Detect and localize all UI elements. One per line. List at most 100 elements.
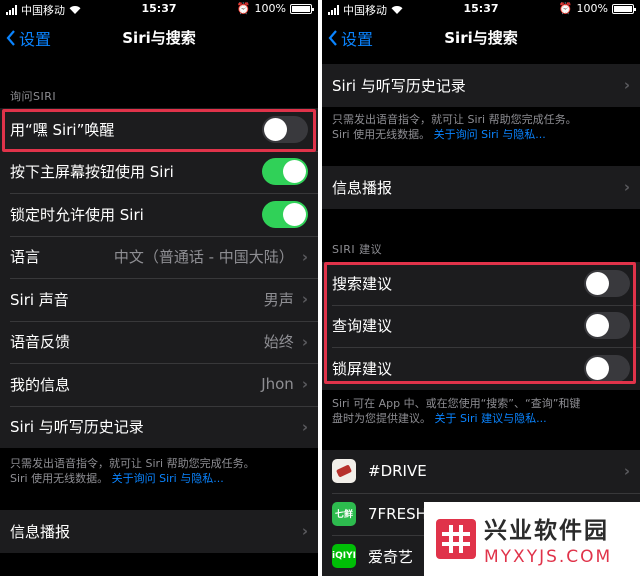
settings-row[interactable]: 语音反馈 始终 › bbox=[0, 320, 318, 364]
footer-text: 只需发出语音指令，就可让 Siri 帮助您完成任务。 bbox=[332, 113, 577, 126]
chevron-right-icon: › bbox=[301, 375, 308, 394]
chevron-right-icon: › bbox=[623, 76, 630, 95]
row-label: Siri 与听写历史记录 bbox=[332, 76, 466, 95]
row-value: 始终 bbox=[263, 333, 294, 352]
row-label: Siri 声音 bbox=[10, 290, 69, 309]
toggle-switch[interactable] bbox=[584, 269, 630, 297]
suggestion-row: 查询建议 bbox=[322, 304, 640, 348]
announce-group: 信息播报 › bbox=[0, 510, 318, 553]
navigation-bar: 设置 Siri与搜索 bbox=[322, 22, 640, 52]
settings-row[interactable]: Siri 与听写历史记录 › bbox=[0, 405, 318, 449]
7fresh-app-icon: 七鲜 bbox=[332, 501, 356, 526]
status-bar: 中国移动 15:37 ⏰ 100% bbox=[0, 0, 318, 18]
row-label: 按下主屏幕按钮使用 Siri bbox=[10, 163, 174, 182]
app-name: #DRIVE bbox=[368, 462, 427, 481]
alarm-icon: ⏰ bbox=[558, 2, 573, 15]
status-bar: 中国移动 15:37 ⏰ 100% bbox=[322, 0, 640, 18]
watermark: 兴业软件园 MYXYJS.COM bbox=[424, 502, 640, 576]
row-label: 信息播报 bbox=[10, 522, 71, 541]
suggestions-privacy-link[interactable]: 关于 Siri 建议与隐私... bbox=[435, 412, 547, 425]
page-title: Siri与搜索 bbox=[122, 29, 196, 47]
footer-text: Siri 可在 App 中、或在您使用“搜索”、“查询”和键 bbox=[332, 397, 581, 410]
chevron-right-icon: › bbox=[301, 247, 308, 266]
footer-text: 盘时为您提供建议。 bbox=[332, 412, 431, 425]
row-label: 锁屏建议 bbox=[332, 359, 393, 378]
ask-siri-footer: 只需发出语音指令，就可让 Siri 帮助您完成任务。 Siri 使用无线数据。 … bbox=[332, 112, 630, 142]
page-title: Siri与搜索 bbox=[444, 29, 518, 47]
left-screen: 中国移动 15:37 ⏰ 100% 设置 Siri与搜索 询问SIRI 用“嘿 … bbox=[0, 0, 318, 576]
row-label: 搜索建议 bbox=[332, 274, 393, 293]
privacy-link[interactable]: 关于询问 Siri 与隐私... bbox=[112, 472, 224, 485]
row-label: 我的信息 bbox=[10, 375, 71, 394]
ask-siri-group: 用“嘿 Siri”唤醒按下主屏幕按钮使用 Siri 锁定时允许使用 Siri 语言 中… bbox=[0, 108, 318, 448]
chevron-right-icon: › bbox=[301, 332, 308, 351]
toggle-knob bbox=[283, 160, 306, 184]
ask-siri-footer: 只需发出语音指令，就可让 Siri 帮助您完成任务。 Siri 使用无线数据。 … bbox=[10, 456, 308, 486]
history-group: Siri 与听写历史记录 › bbox=[322, 64, 640, 107]
chevron-right-icon: › bbox=[301, 417, 308, 436]
settings-row[interactable]: Siri 声音 男声 › bbox=[0, 278, 318, 321]
battery-icon bbox=[290, 3, 314, 14]
announce-row[interactable]: 信息播报 › bbox=[0, 510, 318, 553]
battery-icon bbox=[612, 3, 636, 14]
watermark-logo-icon bbox=[436, 519, 476, 559]
iqiyi-app-icon: iQIYI bbox=[332, 544, 356, 569]
row-value: 男声 bbox=[263, 290, 294, 309]
app-icon-text: 七鲜 bbox=[334, 510, 353, 521]
row-label: 锁定时允许使用 Siri bbox=[10, 205, 144, 224]
row-label: 信息播报 bbox=[332, 178, 393, 197]
battery-fill bbox=[614, 5, 632, 12]
toggle-knob bbox=[586, 314, 609, 338]
navigation-bar: 设置 Siri与搜索 bbox=[0, 22, 318, 52]
battery-fill bbox=[292, 5, 310, 12]
row-value: 中文（普通话 - 中国大陆） bbox=[113, 248, 294, 267]
footer-text: Siri 使用无线数据。 bbox=[10, 472, 109, 485]
toggle-switch[interactable] bbox=[584, 354, 630, 382]
battery-percent: 100% bbox=[576, 2, 608, 15]
announce-group: 信息播报 › bbox=[322, 166, 640, 209]
chevron-right-icon: › bbox=[301, 522, 308, 541]
settings-row: 按下主屏幕按钮使用 Siri bbox=[0, 150, 318, 194]
row-label: 查询建议 bbox=[332, 317, 393, 336]
toggle-knob bbox=[586, 271, 609, 295]
suggestions-footer: Siri 可在 App 中、或在您使用“搜索”、“查询”和键 盘时为您提供建议。… bbox=[332, 396, 630, 426]
row-label: 用“嘿 Siri”唤醒 bbox=[10, 120, 115, 139]
toggle-knob bbox=[283, 202, 306, 226]
privacy-link[interactable]: 关于询问 Siri 与隐私... bbox=[434, 128, 546, 141]
history-row[interactable]: Siri 与听写历史记录 › bbox=[322, 64, 640, 107]
toggle-switch[interactable] bbox=[584, 312, 630, 340]
row-label: Siri 与听写历史记录 bbox=[10, 418, 144, 437]
chevron-right-icon: › bbox=[623, 178, 630, 197]
watermark-title: 兴业软件园 bbox=[484, 518, 609, 544]
settings-row[interactable]: 语言 中文（普通话 - 中国大陆） › bbox=[0, 235, 318, 279]
toggle-knob bbox=[264, 117, 287, 141]
settings-row: 锁定时允许使用 Siri bbox=[0, 193, 318, 236]
suggestions-group: 搜索建议查询建议锁屏建议 bbox=[322, 262, 640, 390]
battery-percent: 100% bbox=[254, 2, 286, 15]
right-screen: 中国移动 15:37 ⏰ 100% 设置 Siri与搜索 Siri 与听写历史记… bbox=[322, 0, 640, 576]
chevron-right-icon: › bbox=[301, 290, 308, 309]
toggle-switch[interactable] bbox=[262, 158, 308, 186]
announce-row[interactable]: 信息播报 › bbox=[322, 166, 640, 209]
settings-row[interactable]: 我的信息 Jhon › bbox=[0, 363, 318, 406]
drive-logo-shape bbox=[335, 464, 353, 478]
suggestion-row: 搜索建议 bbox=[322, 262, 640, 305]
drive-app-icon bbox=[332, 459, 356, 484]
row-label: 语言 bbox=[10, 248, 41, 267]
toggle-switch[interactable] bbox=[262, 200, 308, 228]
app-icon-text: iQIYI bbox=[332, 551, 356, 562]
footer-text: 只需发出语音指令，就可让 Siri 帮助您完成任务。 bbox=[10, 457, 255, 470]
alarm-icon: ⏰ bbox=[236, 2, 251, 15]
toggle-switch[interactable] bbox=[262, 115, 308, 143]
chevron-right-icon: › bbox=[623, 462, 630, 481]
suggestion-row: 锁屏建议 bbox=[322, 347, 640, 390]
row-label: 语音反馈 bbox=[10, 333, 71, 352]
settings-row: 用“嘿 Siri”唤醒 bbox=[0, 108, 318, 151]
section-header-ask-siri: 询问SIRI bbox=[10, 90, 57, 103]
row-value: Jhon bbox=[261, 375, 294, 394]
footer-text: Siri 使用无线数据。 bbox=[332, 128, 431, 141]
section-header-siri-suggestions: SIRI 建议 bbox=[332, 243, 383, 256]
toggle-knob bbox=[586, 356, 609, 380]
watermark-subtitle: MYXYJS.COM bbox=[484, 547, 613, 567]
app-row[interactable]: #DRIVE › bbox=[322, 450, 640, 493]
